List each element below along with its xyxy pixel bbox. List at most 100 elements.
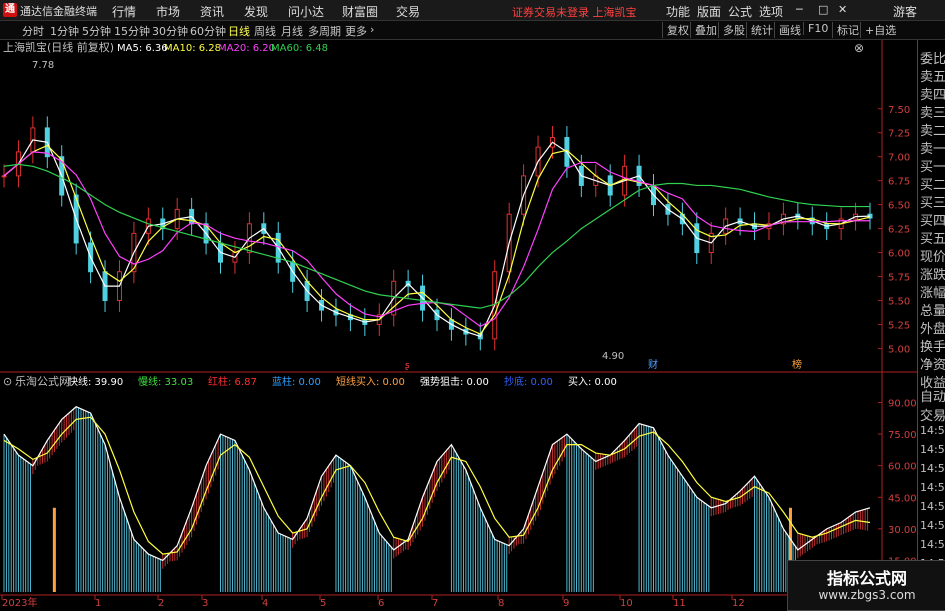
- period-30min[interactable]: 30分钟: [152, 23, 188, 39]
- chart-area[interactable]: 上海凯宝(日线 前复权) MA5: 6.36 MA10: 6.28 MA20: …: [0, 40, 917, 609]
- period-fenshi[interactable]: 分时: [22, 23, 44, 39]
- indicator-tick-label: 75.00: [888, 430, 917, 441]
- price-tick-label: 5.75: [888, 273, 910, 284]
- x-tick-label: 5: [320, 598, 326, 609]
- menu-gongneng[interactable]: 功能: [666, 3, 690, 20]
- marker-down-icon[interactable]: ʂ: [405, 361, 410, 371]
- indicator-tick-label: 90.00: [888, 399, 917, 410]
- menu-gongshi[interactable]: 公式: [728, 3, 752, 20]
- indicator-fields: 快线: 39.90 慢线: 33.03 红柱: 6.87 蓝柱: 0.00 短线买入: …: [68, 375, 617, 388]
- btn-zixuan[interactable]: +自选: [860, 22, 896, 38]
- quote-label: 净资: [920, 358, 945, 373]
- menu-banmian[interactable]: 版面: [697, 3, 721, 20]
- title-bar: [0, 0, 945, 21]
- menu-wenxiaoda[interactable]: 问小达: [288, 3, 324, 20]
- quote-label: 涨跌: [920, 268, 945, 283]
- minimize-icon[interactable]: ─: [796, 3, 803, 16]
- x-tick-label: 1: [95, 598, 101, 609]
- menu-jiaoyi[interactable]: 交易: [396, 3, 420, 20]
- high-label: 7.78: [32, 60, 54, 71]
- quote-label: 卖五: [920, 70, 945, 85]
- price-tick-label: 6.25: [888, 225, 910, 236]
- period-monthly[interactable]: 月线: [281, 23, 303, 39]
- quote-label: 卖三: [920, 106, 945, 121]
- login-notice[interactable]: 证券交易未登录 上海凯宝: [512, 4, 637, 20]
- menu-faxian[interactable]: 发现: [244, 3, 268, 20]
- x-tick-label: 8: [498, 598, 504, 609]
- quote-label: 买三: [920, 196, 945, 211]
- trade-item[interactable]: 14:56: [920, 500, 945, 513]
- menu-xuanxiang[interactable]: 选项: [759, 3, 783, 20]
- trade-item[interactable]: 14:56: [920, 538, 945, 551]
- x-tick-label: 3: [202, 598, 208, 609]
- period-weekly[interactable]: 周线: [254, 23, 276, 39]
- marker-cai[interactable]: 财: [648, 358, 658, 371]
- chevron-right-icon[interactable]: ›: [370, 23, 374, 36]
- btn-huaxian[interactable]: 画线: [774, 22, 801, 38]
- watermark-url: www.zbgs3.com: [818, 588, 916, 602]
- x-tick-label: 9: [563, 598, 569, 609]
- quote-label: 涨幅: [920, 286, 945, 301]
- quote-label: 总量: [920, 304, 945, 319]
- trade-item[interactable]: 14:56: [920, 443, 945, 456]
- trade-item[interactable]: 14:56: [920, 481, 945, 494]
- quote-label: 买五: [920, 232, 945, 247]
- indicator-field: 短线买入: 0.00: [336, 375, 405, 388]
- indicator-name: 乐淘公式网: [15, 375, 70, 388]
- menu-zixun[interactable]: 资讯: [200, 3, 224, 20]
- x-tick-label: 12: [732, 598, 745, 609]
- collapse-icon[interactable]: ⊗: [854, 41, 864, 55]
- quote-label: 买二: [920, 178, 945, 193]
- period-5min[interactable]: 5分钟: [82, 23, 111, 39]
- btn-f10[interactable]: F10: [803, 22, 828, 35]
- quote-label: 卖一: [920, 142, 945, 157]
- watermark-title: 指标公式网: [826, 569, 907, 588]
- trade-item[interactable]: 自动: [920, 386, 945, 405]
- restore-icon[interactable]: □: [818, 3, 828, 16]
- ma5-label: MA5: 6.36: [117, 43, 168, 54]
- btn-diejia[interactable]: 叠加: [690, 22, 717, 38]
- trade-item[interactable]: 14:56: [920, 424, 945, 437]
- x-tick-label: 6: [378, 598, 384, 609]
- indicator-field: 快线: 39.90: [68, 375, 123, 388]
- guest-label[interactable]: 游客: [893, 3, 917, 20]
- btn-duogu[interactable]: 多股: [718, 22, 745, 38]
- marker-bang[interactable]: 榜: [792, 358, 802, 371]
- ma10-label: MA10: 6.28: [164, 43, 221, 54]
- watermark: 指标公式网 www.zbgs3.com: [787, 560, 945, 611]
- price-tick-label: 6.50: [888, 201, 910, 212]
- period-more[interactable]: 更多: [345, 23, 367, 39]
- x-tick-label: 7: [432, 598, 438, 609]
- period-daily[interactable]: 日线: [228, 23, 250, 39]
- period-1min[interactable]: 1分钟: [50, 23, 79, 39]
- quote-label: 买四: [920, 214, 945, 229]
- trade-item[interactable]: 14:56: [920, 462, 945, 475]
- price-tick-label: 7.00: [888, 153, 910, 164]
- menu-caifuquan[interactable]: 财富圈: [342, 3, 378, 20]
- app-title: 通达信金融终端: [20, 5, 97, 18]
- ma60-label: MA60: 6.48: [271, 43, 328, 54]
- btn-fuquan[interactable]: 复权: [662, 22, 689, 38]
- price-tick-label: 5.50: [888, 296, 910, 307]
- quote-label: 现价: [920, 250, 945, 265]
- price-tick-label: 7.50: [888, 105, 910, 116]
- trade-item[interactable]: 交易: [920, 405, 945, 424]
- quote-label: 外盘: [920, 322, 945, 337]
- price-tick-label: 6.00: [888, 249, 910, 260]
- btn-biaoji[interactable]: 标记: [832, 22, 859, 38]
- menu-shichang[interactable]: 市场: [156, 3, 180, 20]
- quote-label: 卖四: [920, 88, 945, 103]
- trade-item[interactable]: 14:56: [920, 519, 945, 532]
- btn-tongji[interactable]: 统计: [746, 22, 773, 38]
- indicator-settings-icon[interactable]: ⊙: [3, 375, 12, 388]
- price-tick-label: 5.25: [888, 320, 910, 331]
- menu-hangqing[interactable]: 行情: [112, 3, 136, 20]
- period-multi[interactable]: 多周期: [308, 23, 341, 39]
- period-15min[interactable]: 15分钟: [114, 23, 150, 39]
- close-icon[interactable]: ✕: [838, 3, 847, 16]
- stock-title: 上海凯宝(日线 前复权): [3, 40, 114, 54]
- period-60min[interactable]: 60分钟: [190, 23, 226, 39]
- quote-label: 换手: [920, 340, 945, 355]
- x-tick-label: 11: [673, 598, 686, 609]
- quote-label: 买一: [920, 160, 945, 175]
